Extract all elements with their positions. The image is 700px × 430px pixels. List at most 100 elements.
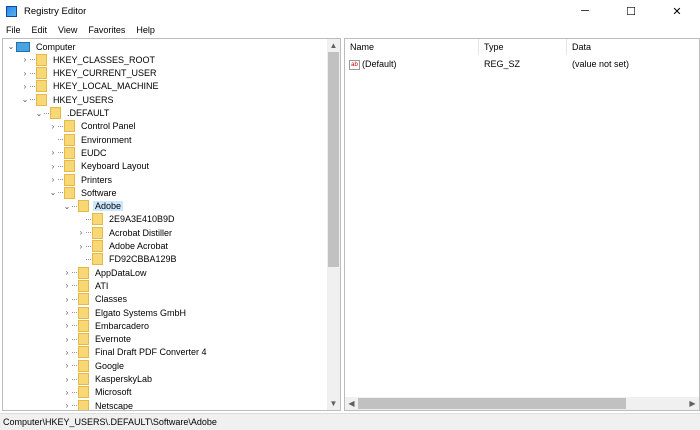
tree-item[interactable]: › Printers	[48, 173, 114, 186]
tree-item-label: Adobe	[93, 201, 124, 212]
scroll-right-icon[interactable]: ▶	[686, 397, 699, 410]
tree-item[interactable]: 2E9A3E410B9D	[76, 213, 177, 226]
chevron-right-icon[interactable]: ›	[62, 321, 72, 330]
chevron-right-icon[interactable]: ›	[62, 375, 72, 384]
scroll-left-icon[interactable]: ◀	[345, 397, 358, 410]
column-header-data[interactable]: Data	[567, 39, 699, 55]
chevron-right-icon[interactable]: ›	[20, 69, 30, 78]
menu-favorites[interactable]: Favorites	[82, 25, 130, 35]
chevron-right-icon[interactable]: ›	[62, 281, 72, 290]
tree-connector	[72, 285, 77, 287]
tree-item-label: Embarcadero	[95, 320, 150, 331]
tree-item[interactable]: › Final Draft PDF Converter 4	[62, 346, 209, 359]
tree-connector	[72, 312, 77, 313]
tree-item-label: KasperskyLab	[95, 374, 153, 384]
tree-connector	[58, 125, 63, 127]
tree-item[interactable]: ⌄ Software	[48, 186, 119, 199]
tree-item[interactable]: ⌄ Computer	[6, 40, 78, 53]
tree-item[interactable]: ⌄ HKEY_USERS	[20, 93, 116, 106]
chevron-right-icon[interactable]: ›	[62, 348, 72, 357]
chevron-right-icon[interactable]: ›	[48, 162, 58, 171]
registry-tree[interactable]: › Netscape › Microsoft › KasperskyLab › Google ›…	[2, 38, 341, 411]
tree-item[interactable]: › Elgato Systems GmbH	[62, 306, 188, 319]
tree-item[interactable]: ⌄ .DEFAULT	[34, 107, 111, 120]
tree-item[interactable]: › Classes	[62, 293, 129, 306]
chevron-right-icon[interactable]: ›	[62, 361, 72, 370]
tree-item-label: AppDataLow	[95, 267, 147, 278]
status-bar-path: Computer\HKEY_USERS\.DEFAULT\Software\Ad…	[0, 413, 700, 430]
title-bar: Registry Editor ─ ☐ ✕	[0, 0, 700, 22]
chevron-right-icon[interactable]: ›	[48, 148, 58, 157]
chevron-down-icon[interactable]: ⌄	[48, 188, 58, 197]
folder-icon	[78, 319, 89, 332]
tree-item[interactable]: › Google	[62, 359, 126, 372]
tree-item[interactable]: › Adobe Acrobat	[76, 240, 170, 253]
folder-icon	[36, 93, 47, 106]
tree-connector	[72, 205, 77, 207]
scroll-up-icon[interactable]: ▲	[327, 39, 340, 52]
tree-item[interactable]: FD92CBBA129B	[76, 253, 179, 266]
tree-item-label: HKEY_CLASSES_ROOT	[53, 54, 156, 65]
chevron-right-icon[interactable]: ›	[62, 295, 72, 304]
tree-connector	[72, 298, 77, 300]
chevron-right-icon[interactable]: ›	[20, 82, 30, 91]
tree-item[interactable]: › HKEY_CURRENT_USER	[20, 67, 159, 80]
tree-item[interactable]: › KasperskyLab	[62, 373, 154, 386]
tree-item[interactable]: › AppDataLow	[62, 266, 149, 279]
values-horizontal-scrollbar[interactable]: ◀ ▶	[345, 397, 699, 410]
folder-icon	[78, 306, 89, 319]
tree-item[interactable]: › Netscape	[62, 399, 135, 410]
chevron-right-icon[interactable]: ›	[48, 175, 58, 184]
tree-item[interactable]: › HKEY_LOCAL_MACHINE	[20, 80, 161, 93]
chevron-right-icon[interactable]: ›	[62, 388, 72, 397]
chevron-down-icon[interactable]: ⌄	[62, 202, 72, 211]
chevron-right-icon[interactable]: ›	[76, 242, 86, 251]
tree-item[interactable]: Environment	[48, 133, 134, 146]
tree-item[interactable]: › Embarcadero	[62, 319, 151, 332]
value-row-name[interactable]: ab (Default)	[349, 58, 397, 71]
tree-item[interactable]: › Microsoft	[62, 386, 134, 399]
tree-item[interactable]: › HKEY_CLASSES_ROOT	[20, 53, 157, 66]
tree-item[interactable]: › EUDC	[48, 146, 109, 159]
menu-edit[interactable]: Edit	[26, 25, 53, 35]
value-type: REG_SZ	[484, 59, 521, 69]
tree-item[interactable]: › Control Panel	[48, 120, 138, 133]
close-button[interactable]: ✕	[654, 0, 700, 22]
column-header-name[interactable]: Name	[345, 39, 479, 55]
tree-item[interactable]: › ATI	[62, 279, 110, 292]
chevron-right-icon[interactable]: ›	[20, 55, 30, 64]
menu-file[interactable]: File	[0, 25, 26, 35]
folder-icon	[64, 173, 75, 186]
scroll-thumb[interactable]	[358, 398, 626, 409]
chevron-right-icon[interactable]: ›	[48, 122, 58, 131]
column-header-type[interactable]: Type	[479, 39, 567, 55]
tree-item[interactable]: › Keyboard Layout	[48, 160, 151, 173]
chevron-right-icon[interactable]: ›	[62, 401, 72, 410]
tree-item[interactable]: › Acrobat Distiller	[76, 226, 174, 239]
chevron-right-icon[interactable]: ›	[76, 228, 86, 237]
maximize-button[interactable]: ☐	[608, 0, 654, 22]
tree-item-label: Elgato Systems GmbH	[95, 307, 187, 318]
tree-connector	[72, 325, 77, 327]
minimize-button[interactable]: ─	[562, 0, 608, 22]
tree-item[interactable]: › Evernote	[62, 333, 133, 346]
tree-vertical-scrollbar[interactable]: ▲ ▼	[327, 39, 340, 410]
window-title: Registry Editor	[24, 5, 87, 17]
tree-connector	[44, 112, 49, 114]
tree-item[interactable]: ⌄ Adobe	[62, 200, 124, 213]
chevron-down-icon[interactable]: ⌄	[20, 95, 30, 104]
folder-icon	[78, 373, 89, 385]
menu-help[interactable]: Help	[130, 25, 160, 35]
chevron-right-icon[interactable]: ›	[62, 308, 72, 317]
tree-item-label: Classes	[95, 294, 128, 305]
scroll-down-icon[interactable]: ▼	[327, 397, 340, 410]
chevron-right-icon[interactable]: ›	[62, 335, 72, 344]
chevron-right-icon[interactable]: ›	[62, 268, 72, 277]
chevron-down-icon[interactable]: ⌄	[34, 109, 44, 118]
menu-view[interactable]: View	[52, 25, 82, 35]
scroll-thumb[interactable]	[328, 52, 339, 267]
chevron-down-icon[interactable]: ⌄	[6, 42, 16, 51]
folder-icon	[78, 279, 89, 292]
tree-item-label: ATI	[95, 280, 109, 291]
folder-icon	[36, 67, 47, 80]
